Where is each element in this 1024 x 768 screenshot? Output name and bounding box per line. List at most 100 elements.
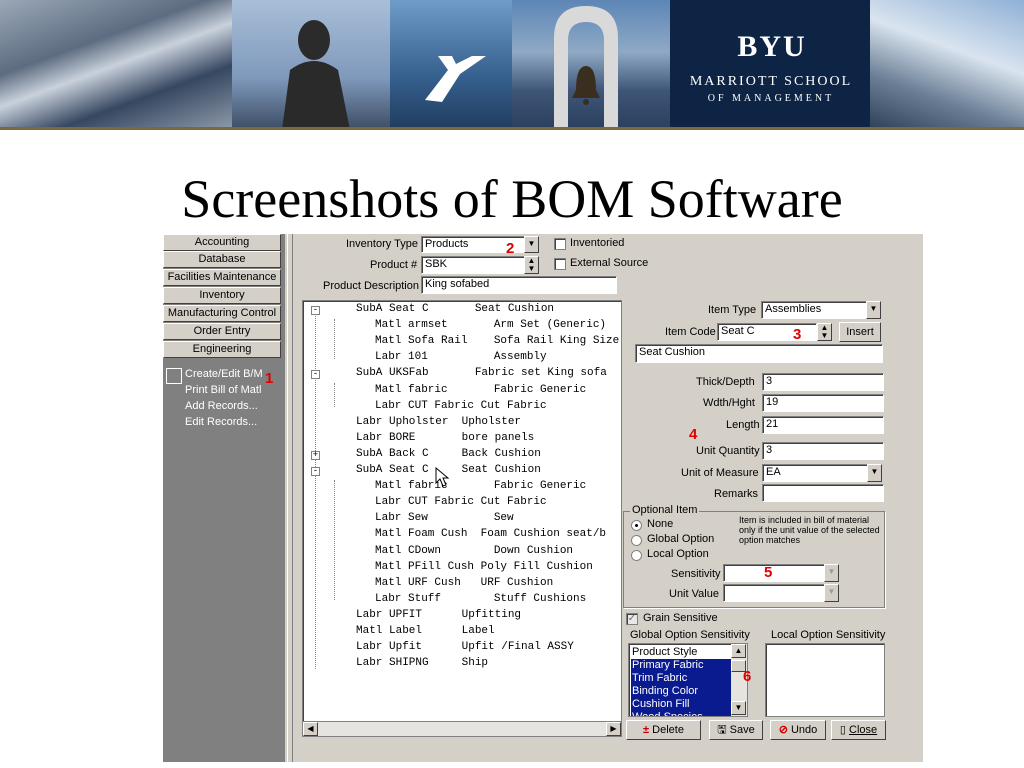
banner-stripe <box>0 127 1024 130</box>
thick-depth-label: Thick/Depth <box>696 376 755 388</box>
sensitivity-dropdown[interactable]: ▼ <box>824 564 839 582</box>
product-num-stepper[interactable]: ▲ ▼ <box>524 256 539 274</box>
tree-item[interactable]: Matl PFill Cush Poly Fill Cushion <box>375 561 593 573</box>
item-code-label: Item Code <box>665 326 716 338</box>
wdth-hght-input[interactable]: 19 <box>762 394 884 412</box>
scroll-left-button[interactable]: ◀ <box>303 722 318 736</box>
product-num-input[interactable]: SBK <box>421 256 525 274</box>
tree-item[interactable]: Matl URF Cush URF Cushion <box>375 577 553 589</box>
submenu-checkbox[interactable] <box>166 368 182 384</box>
tree-item[interactable]: Labr CUT Fabric Cut Fabric <box>375 496 547 508</box>
local-sensitivity-list[interactable] <box>765 643 885 717</box>
tree-item[interactable]: Matl fabric Fabric Generic <box>375 384 586 396</box>
insert-button[interactable]: Insert <box>839 322 881 342</box>
tree-item[interactable]: Labr Upfit Upfit /Final ASSY <box>356 641 574 653</box>
list-item[interactable]: Primary Fabric <box>631 659 731 672</box>
list-item[interactable]: Cushion Fill <box>631 698 731 711</box>
save-button[interactable]: 🖫 Save <box>709 720 763 740</box>
item-type-label: Item Type <box>708 304 757 316</box>
nav-engineering[interactable]: Engineering <box>163 341 281 358</box>
undo-button[interactable]: ⊘ Undo <box>770 720 826 740</box>
scroll-up-button[interactable]: ▲ <box>731 644 746 658</box>
tree-item[interactable]: SubA UKSFab Fabric set King sofa <box>356 367 607 379</box>
item-description-input[interactable]: Seat Cushion <box>635 344 883 363</box>
option-local-radio[interactable] <box>631 550 642 561</box>
tree-item[interactable]: Labr Upholster Upholster <box>356 416 521 428</box>
tree-horizontal-scrollbar[interactable]: ◀ ▶ <box>302 721 622 737</box>
list-item[interactable]: Trim Fabric <box>631 672 731 685</box>
tree-item[interactable]: Labr SHIPNG Ship <box>356 657 488 669</box>
global-sensitivity-list[interactable]: Product Style Primary Fabric Trim Fabric Bi… <box>628 643 748 717</box>
nav-inventory[interactable]: Inventory <box>163 287 281 304</box>
marker-2: 2 <box>506 240 515 257</box>
tree-item[interactable]: Matl CDown Down Cushion <box>375 545 573 557</box>
tree-item[interactable]: Labr 101 Assembly <box>375 351 547 363</box>
external-source-checkbox[interactable] <box>554 258 566 270</box>
tree-toggle[interactable]: - <box>311 370 320 380</box>
panel-splitter[interactable] <box>287 234 293 762</box>
nav-order-entry[interactable]: Order Entry <box>163 323 281 340</box>
marker-3: 3 <box>793 326 802 343</box>
tree-toggle[interactable]: - <box>311 306 320 315</box>
marker-5: 5 <box>764 564 773 581</box>
nav-manufacturing-control[interactable]: Manufacturing Control <box>163 305 281 322</box>
tree-item[interactable]: Labr Stuff Stuff Cushions <box>375 593 586 605</box>
tree-item[interactable]: SubA Seat C Seat Cushion <box>356 303 554 315</box>
scroll-down-button[interactable]: ▼ <box>731 701 746 715</box>
tree-item[interactable]: Matl Foam Cush Foam Cushion seat/b <box>375 528 606 540</box>
nav-accounting[interactable]: Accounting <box>163 234 281 251</box>
tree-toggle[interactable]: + <box>311 450 320 460</box>
chevron-down-icon: ▼ <box>869 304 878 313</box>
nav-facilities-maintenance[interactable]: Facilities Maintenance <box>163 269 281 286</box>
unit-value-dropdown[interactable]: ▼ <box>824 584 839 602</box>
list-item[interactable]: Wood Species <box>631 711 731 716</box>
item-type-dropdown[interactable]: ▼ <box>866 301 881 319</box>
item-type-select[interactable]: Assemblies <box>761 301 867 319</box>
product-desc-input[interactable]: King sofabed <box>421 276 617 294</box>
unit-value-select[interactable] <box>723 584 825 602</box>
bom-tree-view[interactable]: - SubA Seat C Seat Cushion Matl armset Arm… <box>302 300 622 737</box>
item-code-stepper[interactable]: ▲ ▼ <box>817 323 832 341</box>
tree-item[interactable]: Labr UPFIT Upfitting <box>356 609 521 621</box>
delete-button[interactable]: ± Delete <box>626 720 701 740</box>
tree-item[interactable]: SubA Back C Back Cushion <box>356 448 541 460</box>
save-label: Save <box>729 724 755 736</box>
option-none-label: None <box>647 518 674 530</box>
unit-of-measure-dropdown[interactable]: ▼ <box>867 464 882 482</box>
delete-icon: ± <box>643 724 650 736</box>
item-code-input[interactable]: Seat C <box>717 323 817 341</box>
remarks-input[interactable] <box>762 484 884 502</box>
option-none-radio[interactable] <box>631 520 642 531</box>
tree-item[interactable]: Matl armset Arm Set (Generic) <box>375 319 606 331</box>
tree-item[interactable]: Matl Sofa Rail Sofa Rail King Size <box>375 335 619 347</box>
unit-quantity-input[interactable]: 3 <box>762 442 884 460</box>
inventoried-checkbox[interactable] <box>554 238 566 250</box>
header-banner: BYU MARRIOTT SCHOOL OF MANAGEMENT <box>0 0 1024 130</box>
tree-item[interactable]: Matl Label Label <box>356 625 495 637</box>
global-sensitivity-label: Global Option Sensitivity <box>630 629 750 641</box>
tree-toggle[interactable]: - <box>311 467 320 476</box>
stepper-arrows-icon: ▲ ▼ <box>820 323 829 340</box>
thick-depth-input[interactable]: 3 <box>762 373 884 391</box>
length-input[interactable]: 21 <box>762 416 884 434</box>
list-item[interactable]: Binding Color <box>631 685 731 698</box>
tree-item[interactable]: Labr BORE bore panels <box>356 432 534 444</box>
inventory-type-dropdown[interactable]: ▼ <box>524 236 539 253</box>
close-button[interactable]: ▯ Close <box>831 720 886 740</box>
unit-of-measure-select[interactable]: EA <box>762 464 868 482</box>
nav-database[interactable]: Database <box>163 251 281 268</box>
tree-item[interactable]: Matl fabric Fabric Generic <box>375 480 586 492</box>
submenu-edit-records[interactable]: Edit Records... <box>185 416 257 428</box>
door-icon: ▯ <box>839 724 846 736</box>
submenu-print-bill[interactable]: Print Bill of Matl <box>185 384 261 396</box>
submenu-add-records[interactable]: Add Records... <box>185 400 258 412</box>
scroll-right-button[interactable]: ▶ <box>606 722 621 736</box>
tree-item[interactable]: Labr CUT Fabric Cut Fabric <box>375 400 547 412</box>
unit-value-label: Unit Value <box>669 588 719 600</box>
grain-sensitive-checkbox[interactable]: ✓ <box>626 613 638 625</box>
option-global-radio[interactable] <box>631 535 642 546</box>
sensitivity-select[interactable] <box>723 564 825 582</box>
list-item[interactable]: Product Style <box>631 646 731 659</box>
tree-item[interactable]: Labr Sew Sew <box>375 512 514 524</box>
submenu-create-edit-bm[interactable]: Create/Edit B/M <box>185 368 263 380</box>
